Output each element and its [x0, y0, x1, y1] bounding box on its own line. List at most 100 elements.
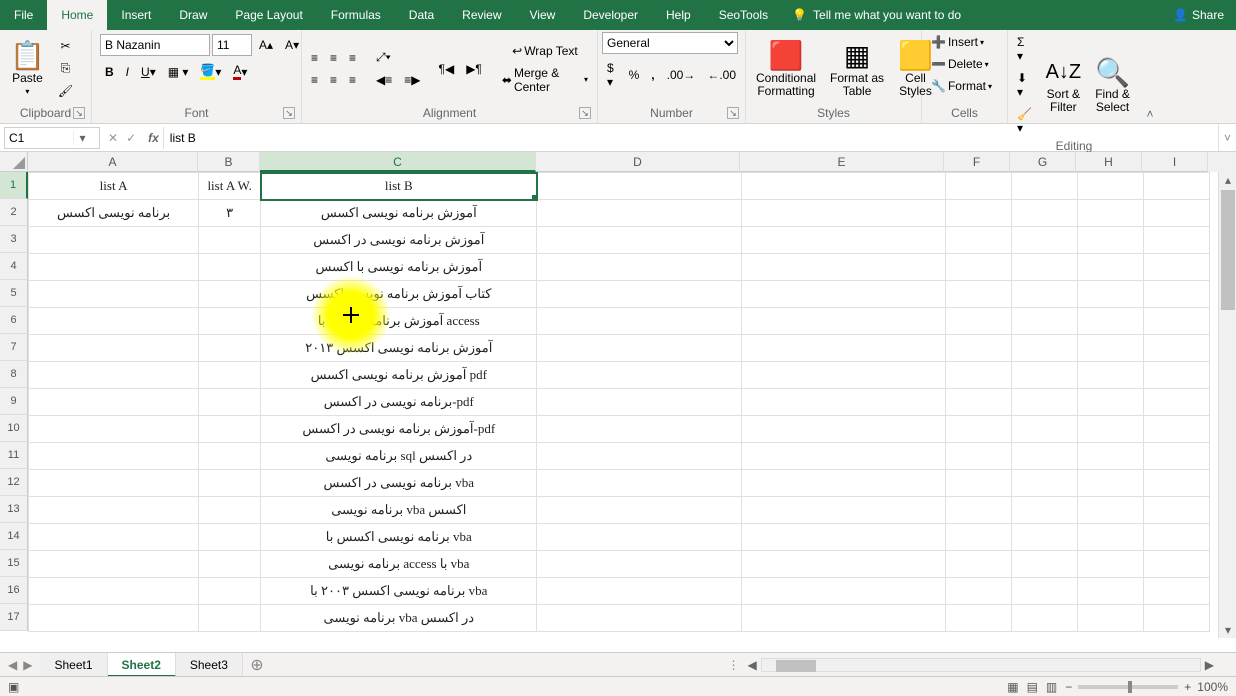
underline-button[interactable]: U ▾ — [136, 62, 161, 82]
cell-B9[interactable] — [199, 389, 261, 416]
cell-H15[interactable] — [1077, 551, 1143, 578]
tab-data[interactable]: Data — [395, 0, 448, 30]
cell-E12[interactable] — [741, 470, 945, 497]
cell-I6[interactable] — [1143, 308, 1209, 335]
cell-C10[interactable]: آموزش برنامه نویسی در اکسس-pdf — [261, 416, 537, 443]
cell-C4[interactable]: آموزش برنامه نویسی با اکسس — [261, 254, 537, 281]
cell-H13[interactable] — [1077, 497, 1143, 524]
cell-H17[interactable] — [1077, 605, 1143, 632]
select-all-button[interactable] — [0, 152, 28, 172]
cell-D16[interactable] — [537, 578, 741, 605]
cell-A12[interactable] — [29, 470, 199, 497]
col-header-C[interactable]: C — [260, 152, 536, 172]
cell-E13[interactable] — [741, 497, 945, 524]
cell-C3[interactable]: آموزش برنامه نویسی در اکسس — [261, 227, 537, 254]
cell-D15[interactable] — [537, 551, 741, 578]
cell-G3[interactable] — [1011, 227, 1077, 254]
cell-D7[interactable] — [537, 335, 741, 362]
cell-G17[interactable] — [1011, 605, 1077, 632]
cell-A5[interactable] — [29, 281, 199, 308]
cell-B7[interactable] — [199, 335, 261, 362]
cell-I17[interactable] — [1143, 605, 1209, 632]
cell-B11[interactable] — [199, 443, 261, 470]
cell-I3[interactable] — [1143, 227, 1209, 254]
row-header-11[interactable]: 11 — [0, 442, 28, 469]
cell-I2[interactable] — [1143, 200, 1209, 227]
cell-A14[interactable] — [29, 524, 199, 551]
orientation-button[interactable]: ⤢▾ — [371, 47, 396, 68]
hscroll-split[interactable]: ⋮ — [728, 658, 740, 672]
cell-I16[interactable] — [1143, 578, 1209, 605]
cell-H11[interactable] — [1077, 443, 1143, 470]
fill-button[interactable]: ⬇ ▾ — [1012, 68, 1038, 102]
tab-review[interactable]: Review — [448, 0, 515, 30]
comma-button[interactable]: , — [646, 65, 659, 85]
chevron-down-icon[interactable]: ▾ — [73, 131, 91, 145]
cell-A10[interactable] — [29, 416, 199, 443]
cell-D1[interactable] — [537, 173, 741, 200]
wrap-text-button[interactable]: ↩Wrap Text — [497, 41, 593, 61]
hscroll-left[interactable]: ◀ — [744, 658, 761, 672]
cell-D13[interactable] — [537, 497, 741, 524]
tab-file[interactable]: File — [0, 0, 47, 30]
cell-D6[interactable] — [537, 308, 741, 335]
cell-B15[interactable] — [199, 551, 261, 578]
cell-C9[interactable]: برنامه نویسی در اکسس-pdf — [261, 389, 537, 416]
cell-B2[interactable]: ٣ — [199, 200, 261, 227]
cell-F7[interactable] — [945, 335, 1011, 362]
cell-I14[interactable] — [1143, 524, 1209, 551]
cell-B12[interactable] — [199, 470, 261, 497]
align-right-button[interactable]: ≡ — [344, 70, 361, 90]
cell-G10[interactable] — [1011, 416, 1077, 443]
cell-F11[interactable] — [945, 443, 1011, 470]
sheet-tab-2[interactable]: Sheet2 — [108, 653, 176, 677]
col-header-A[interactable]: A — [28, 152, 198, 172]
cell-F15[interactable] — [945, 551, 1011, 578]
copy-button[interactable]: ⎘ — [53, 58, 78, 79]
cell-F5[interactable] — [945, 281, 1011, 308]
tab-insert[interactable]: Insert — [107, 0, 165, 30]
cell-F16[interactable] — [945, 578, 1011, 605]
cell-G11[interactable] — [1011, 443, 1077, 470]
cell-A13[interactable] — [29, 497, 199, 524]
cell-B1[interactable]: list A W. — [199, 173, 261, 200]
col-header-D[interactable]: D — [536, 152, 740, 172]
zoom-slider[interactable] — [1078, 685, 1178, 689]
row-header-13[interactable]: 13 — [0, 496, 28, 523]
row-header-3[interactable]: 3 — [0, 226, 28, 253]
tab-view[interactable]: View — [516, 0, 570, 30]
cell-E14[interactable] — [741, 524, 945, 551]
italic-button[interactable]: I — [121, 62, 134, 82]
row-header-7[interactable]: 7 — [0, 334, 28, 361]
cell-F9[interactable] — [945, 389, 1011, 416]
horizontal-scrollbar[interactable] — [761, 658, 1201, 672]
cell-G8[interactable] — [1011, 362, 1077, 389]
cell-H9[interactable] — [1077, 389, 1143, 416]
row-header-15[interactable]: 15 — [0, 550, 28, 577]
cell-I12[interactable] — [1143, 470, 1209, 497]
cell-A4[interactable] — [29, 254, 199, 281]
cell-B5[interactable] — [199, 281, 261, 308]
cell-A3[interactable] — [29, 227, 199, 254]
cell-D9[interactable] — [537, 389, 741, 416]
merge-center-button[interactable]: ⬌Merge & Center▾ — [497, 63, 593, 97]
cell-B16[interactable] — [199, 578, 261, 605]
delete-cells-button[interactable]: ➖Delete▾ — [926, 54, 994, 74]
cell-F17[interactable] — [945, 605, 1011, 632]
cell-A2[interactable]: برنامه نویسی اکسس — [29, 200, 199, 227]
cell-I8[interactable] — [1143, 362, 1209, 389]
cell-F8[interactable] — [945, 362, 1011, 389]
row-header-1[interactable]: 1 — [0, 172, 28, 199]
sheet-tab-1[interactable]: Sheet1 — [40, 653, 107, 677]
cell-E11[interactable] — [741, 443, 945, 470]
cell-C5[interactable]: کتاب آموزش برنامه نویسی اکسس — [261, 281, 537, 308]
row-header-9[interactable]: 9 — [0, 388, 28, 415]
tab-home[interactable]: Home — [47, 0, 107, 30]
name-box[interactable]: ▾ — [4, 127, 100, 149]
cell-C7[interactable]: آموزش برنامه نویسی اکسس ٢٠١٣ — [261, 335, 537, 362]
col-header-F[interactable]: F — [944, 152, 1010, 172]
clipboard-launcher[interactable]: ↘ — [73, 107, 85, 119]
cell-B4[interactable] — [199, 254, 261, 281]
cell-C14[interactable]: برنامه نویسی اکسس با vba — [261, 524, 537, 551]
clear-button[interactable]: 🧹▾ — [1012, 104, 1038, 138]
